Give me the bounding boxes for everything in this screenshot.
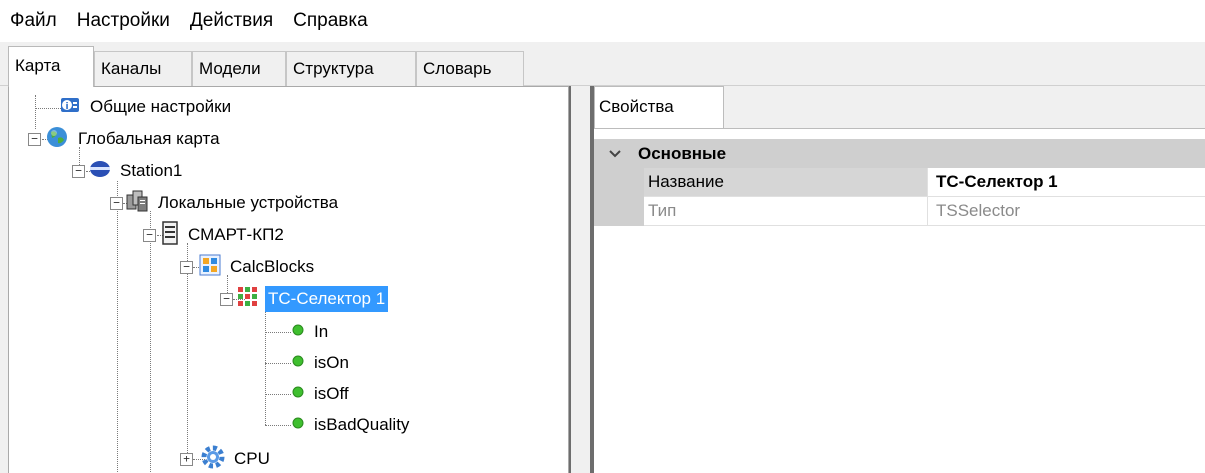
collapse-expander[interactable]: − — [180, 261, 193, 274]
menu-help[interactable]: Справка — [283, 0, 378, 42]
tree-line — [187, 243, 188, 463]
tree-node-selector[interactable]: ТС-Селектор 1 — [237, 283, 389, 315]
servers-icon — [125, 189, 149, 218]
node-label: Station1 — [120, 161, 183, 180]
property-row-type[interactable]: Тип TSSelector — [594, 197, 1205, 226]
gear-icon — [201, 445, 225, 473]
tree-node-channel[interactable]: isOff — [291, 378, 352, 410]
tab-dictionary[interactable]: Словарь — [416, 51, 524, 86]
property-group-label: Основные — [638, 143, 727, 163]
collapse-expander[interactable]: − — [110, 197, 123, 210]
collapse-expander[interactable]: − — [220, 293, 233, 306]
tree-node-station[interactable]: Station1 — [89, 155, 185, 187]
tree-node-general-settings[interactable]: i Общие настройки — [59, 91, 234, 123]
menu-file[interactable]: Файл — [8, 0, 67, 42]
property-gutter — [594, 168, 644, 197]
tab-models[interactable]: Модели — [192, 51, 286, 86]
node-label: Глобальная карта — [78, 129, 220, 148]
green-dot-icon — [291, 416, 305, 435]
tree-node-channel[interactable]: In — [291, 316, 331, 348]
node-label: Общие настройки — [90, 97, 232, 116]
tree-node-global-map[interactable]: Глобальная карта — [45, 123, 223, 155]
tree-line — [265, 394, 291, 395]
property-row-name[interactable]: Название ТС-Селектор 1 — [594, 168, 1205, 197]
tree-line — [35, 108, 61, 109]
menu-actions[interactable]: Действия — [180, 0, 283, 42]
tree-line — [265, 425, 291, 426]
node-label: isBadQuality — [314, 415, 410, 434]
station-disk-icon — [89, 158, 111, 185]
tab-map[interactable]: Карта — [8, 46, 94, 87]
menu-bar: Файл Настройки Действия Справка — [0, 0, 1205, 42]
tree-node-channel[interactable]: isBadQuality — [291, 409, 412, 441]
main-tab-strip: Карта Каналы Модели Структура Словарь — [0, 42, 1205, 87]
tree-line — [265, 309, 266, 425]
selector-grid-icon — [237, 286, 259, 313]
tree-node-local-devices[interactable]: Локальные устройства — [125, 187, 341, 219]
green-dot-icon — [291, 323, 305, 342]
property-name: Тип — [644, 197, 928, 226]
property-value[interactable]: ТС-Селектор 1 — [928, 168, 1205, 197]
properties-panel: Свойства Основные Название ТС-Селектор 1… — [594, 86, 1205, 473]
tree-line — [265, 332, 291, 333]
chevron-down-icon[interactable] — [602, 146, 628, 162]
tree-line — [35, 95, 36, 129]
green-dot-icon — [291, 385, 305, 404]
tree-line — [265, 363, 291, 364]
property-grid: Основные Название ТС-Селектор 1 Тип TSSe… — [594, 128, 1205, 473]
green-dot-icon — [291, 354, 305, 373]
tab-structure[interactable]: Структура — [286, 51, 416, 86]
node-label: isOff — [314, 384, 349, 403]
tree-line — [150, 211, 151, 473]
node-label: CPU — [234, 449, 270, 468]
property-gutter — [594, 197, 644, 226]
node-label: Локальные устройства — [158, 193, 339, 212]
node-label: isOn — [314, 353, 349, 372]
server-icon — [161, 220, 179, 250]
collapse-expander[interactable]: − — [72, 165, 85, 178]
panel-splitter[interactable] — [569, 86, 594, 473]
node-label: СМАРТ-КП2 — [188, 225, 284, 244]
property-group-header[interactable]: Основные — [594, 139, 1205, 168]
node-label: CalcBlocks — [230, 257, 315, 276]
tree-node-calc-blocks[interactable]: CalcBlocks — [199, 251, 317, 283]
tab-properties[interactable]: Свойства — [594, 86, 724, 128]
collapse-expander[interactable]: − — [143, 229, 156, 242]
menu-settings[interactable]: Настройки — [67, 0, 180, 42]
node-label: In — [314, 322, 329, 341]
tree-node-cpu[interactable]: CPU — [201, 443, 273, 473]
node-label-selected: ТС-Селектор 1 — [265, 286, 389, 312]
svg-text:i: i — [65, 102, 68, 112]
calc-blocks-icon — [199, 254, 221, 281]
tree-line — [117, 181, 118, 473]
collapse-expander[interactable]: − — [28, 133, 41, 146]
globe-icon — [45, 125, 69, 154]
tab-channels[interactable]: Каналы — [94, 51, 192, 86]
tree-node-channel[interactable]: isOn — [291, 347, 352, 379]
tree-node-device[interactable]: СМАРТ-КП2 — [161, 219, 287, 251]
info-settings-icon: i — [59, 94, 81, 121]
expand-expander[interactable]: + — [180, 453, 193, 466]
property-name: Название — [644, 168, 928, 197]
tree-view[interactable]: − − − − − − + i Общие настройки Глобальн… — [8, 86, 569, 473]
property-value: TSSelector — [928, 197, 1205, 226]
